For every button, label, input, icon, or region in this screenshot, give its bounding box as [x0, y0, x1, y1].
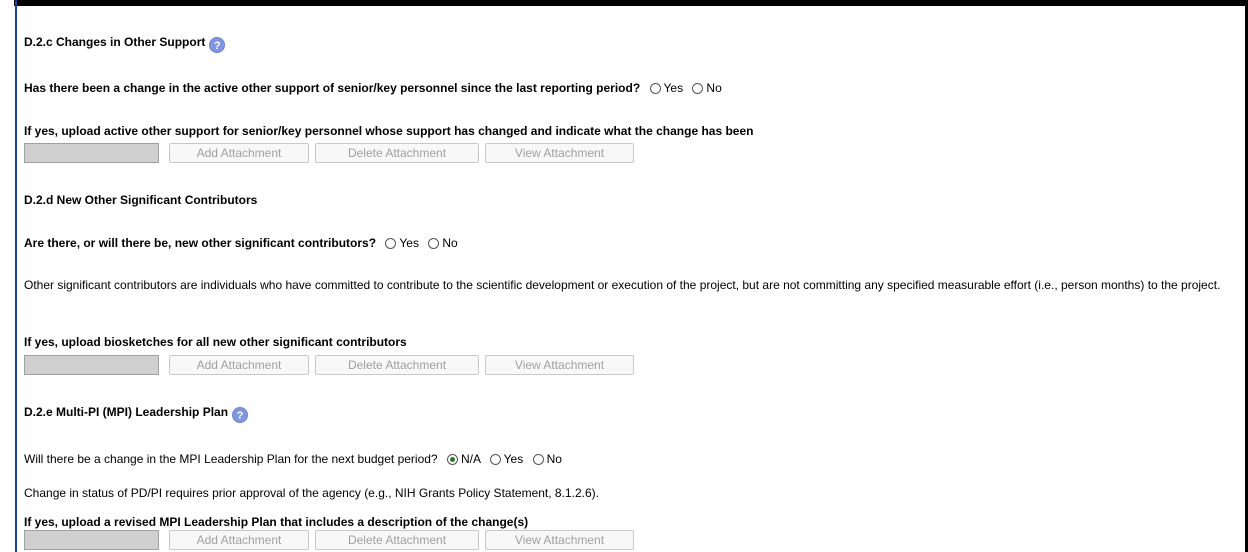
- d2c-file-field[interactable]: [24, 143, 159, 163]
- section-d2c-heading: D.2.c Changes in Other Support?: [24, 34, 226, 53]
- d2d-question: Are there, or will there be, new other s…: [24, 236, 377, 250]
- d2c-question-row: Has there been a change in the active ot…: [24, 80, 722, 96]
- d2d-file-field[interactable]: [24, 355, 159, 375]
- section-d2e-title: D.2.e Multi-PI (MPI) Leadership Plan: [24, 405, 229, 419]
- d2e-na-label: N/A: [460, 452, 481, 466]
- left-accent-border: [15, 0, 17, 552]
- d2e-file-field[interactable]: [24, 530, 159, 550]
- d2e-delete-attachment-button[interactable]: Delete Attachment: [315, 530, 479, 550]
- d2c-delete-attachment-button[interactable]: Delete Attachment: [315, 143, 479, 163]
- d2c-no-radio[interactable]: [692, 83, 704, 94]
- section-d2c-title: D.2.c Changes in Other Support: [24, 35, 206, 49]
- d2e-yes-radio[interactable]: [489, 454, 501, 465]
- help-icon[interactable]: ?: [232, 407, 249, 423]
- d2e-question-row: Will there be a change in the MPI Leader…: [24, 451, 562, 467]
- d2d-description: Other significant contributors are indiv…: [24, 278, 1221, 292]
- d2d-upload-label: If yes, upload biosketches for all new o…: [24, 335, 407, 349]
- d2d-yes-radio[interactable]: [385, 238, 397, 249]
- d2c-no-label: No: [706, 81, 722, 95]
- d2c-question: Has there been a change in the active ot…: [24, 81, 641, 95]
- section-d2e-heading: D.2.e Multi-PI (MPI) Leadership Plan?: [24, 404, 249, 423]
- d2c-yes-radio[interactable]: [649, 83, 661, 94]
- d2e-add-attachment-button[interactable]: Add Attachment: [169, 530, 309, 550]
- left-gutter: [0, 0, 14, 552]
- d2d-delete-attachment-button[interactable]: Delete Attachment: [315, 355, 479, 375]
- d2d-yes-label: Yes: [399, 236, 419, 250]
- d2e-question: Will there be a change in the MPI Leader…: [24, 452, 438, 466]
- d2e-yes-label: Yes: [503, 452, 524, 466]
- form-content: D.2.c Changes in Other Support? Has ther…: [24, 0, 1239, 552]
- d2e-na-radio[interactable]: [446, 454, 458, 465]
- d2c-upload-label: If yes, upload active other support for …: [24, 124, 754, 138]
- d2e-note: Change in status of PD/PI requires prior…: [24, 486, 599, 500]
- d2e-no-label: No: [546, 452, 562, 466]
- d2d-no-radio[interactable]: [428, 238, 440, 249]
- d2c-yes-label: Yes: [663, 81, 684, 95]
- d2c-add-attachment-button[interactable]: Add Attachment: [169, 143, 309, 163]
- section-d2d-title: D.2.d New Other Significant Contributors: [24, 193, 258, 207]
- help-icon[interactable]: ?: [209, 37, 226, 53]
- d2c-view-attachment-button[interactable]: View Attachment: [485, 143, 634, 163]
- d2e-upload-label: If yes, upload a revised MPI Leadership …: [24, 515, 529, 529]
- d2d-question-row: Are there, or will there be, new other s…: [24, 235, 458, 251]
- d2d-view-attachment-button[interactable]: View Attachment: [485, 355, 634, 375]
- d2e-view-attachment-button[interactable]: View Attachment: [485, 530, 634, 550]
- d2d-add-attachment-button[interactable]: Add Attachment: [169, 355, 309, 375]
- d2d-no-label: No: [442, 236, 458, 250]
- d2e-no-radio[interactable]: [532, 454, 544, 465]
